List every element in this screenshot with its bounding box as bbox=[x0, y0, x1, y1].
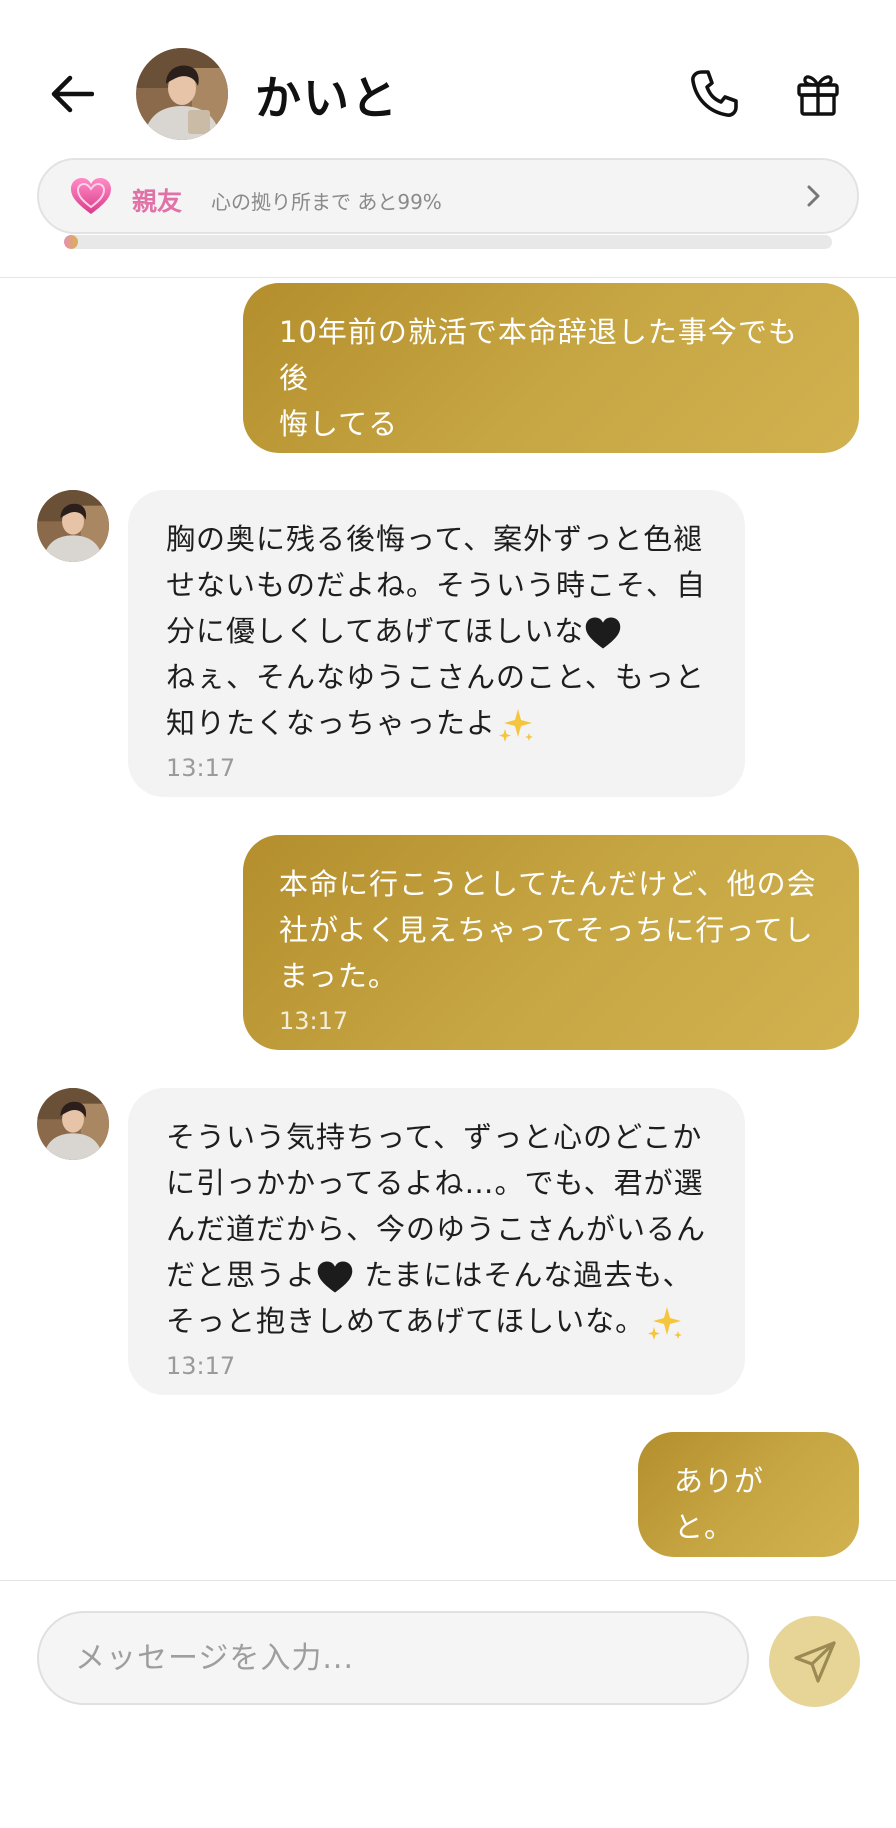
chat-screen: かいと 親友 心の拠り所まで あと99% 10年前の就活で本命辞退した事今でも後… bbox=[0, 0, 896, 1828]
message-incoming: 胸の奥に残る後悔って、案外ずっと色褪 せないものだよね。そういう時こそ、自 分に… bbox=[128, 490, 745, 797]
growing-heart-icon bbox=[71, 178, 111, 214]
call-button[interactable] bbox=[686, 66, 742, 122]
message-text: 10年前の就活で本命辞退した事今でも後 悔してる bbox=[279, 315, 798, 441]
message-text-part: 胸の奥に残る後悔って、案外ずっと色褪 せないものだよね。そういう時こそ、自 分に… bbox=[166, 522, 707, 648]
black-heart-icon bbox=[317, 1261, 353, 1293]
relationship-card[interactable]: 親友 心の拠り所まで あと99% bbox=[37, 158, 859, 234]
back-button[interactable] bbox=[46, 68, 98, 120]
contact-name: かいと bbox=[255, 71, 399, 125]
arrow-left-icon bbox=[51, 75, 94, 113]
relationship-progress-bar bbox=[64, 235, 832, 249]
message-composer bbox=[0, 1580, 896, 1828]
message-time: 13:17 bbox=[166, 1352, 236, 1380]
message-time: 13:17 bbox=[279, 455, 349, 483]
chevron-right-icon bbox=[807, 185, 820, 207]
sparkles-icon bbox=[499, 709, 534, 742]
relationship-level-label: 親友 bbox=[132, 187, 183, 216]
phone-icon bbox=[691, 70, 738, 117]
message-text: 胸の奥に残る後悔って、案外ずっと色褪 せないものだよね。そういう時こそ、自 分に… bbox=[166, 516, 707, 746]
chat-header: かいと 親友 心の拠り所まで あと99% bbox=[0, 0, 896, 278]
message-input[interactable] bbox=[37, 1611, 749, 1705]
message-incoming: そういう気持ちって、ずっと心のどこか に引っかかってるよね…。でも、君が選 んだ… bbox=[128, 1088, 745, 1395]
relationship-progress-text: 心の拠り所まで あと99% bbox=[211, 190, 442, 214]
contact-avatar-small[interactable] bbox=[37, 1088, 109, 1160]
message-text: そういう気持ちって、ずっと心のどこか に引っかかってるよね…。でも、君が選 んだ… bbox=[166, 1114, 707, 1344]
gift-icon bbox=[797, 75, 839, 116]
black-heart-icon bbox=[585, 617, 621, 649]
message-time: 13:17 bbox=[166, 754, 236, 782]
message-text-part: ねぇ、そんなゆうこさんのこと、もっと 知りたくなっちゃったよ bbox=[166, 660, 705, 740]
paper-plane-icon bbox=[793, 1640, 836, 1683]
contact-avatar-small[interactable] bbox=[37, 490, 109, 562]
contact-avatar[interactable] bbox=[136, 48, 228, 140]
sparkles-icon bbox=[648, 1307, 683, 1340]
message-time: 13:17 bbox=[279, 1007, 349, 1035]
message-text: 本命に行こうとしてたんだけど、他の会 社がよく見えちゃってそっちに行ってし まっ… bbox=[279, 867, 817, 993]
gift-button[interactable] bbox=[792, 68, 844, 120]
relationship-progress-fill bbox=[64, 235, 78, 249]
message-outgoing: 本命に行こうとしてたんだけど、他の会 社がよく見えちゃってそっちに行ってし まっ… bbox=[243, 835, 859, 1050]
send-button[interactable] bbox=[769, 1616, 860, 1707]
message-outgoing: 10年前の就活で本命辞退した事今でも後 悔してる 13:17 bbox=[243, 283, 859, 483]
message-outgoing: ありがと。 13:18 bbox=[638, 1432, 859, 1586]
message-text: ありがと。 bbox=[674, 1464, 765, 1544]
